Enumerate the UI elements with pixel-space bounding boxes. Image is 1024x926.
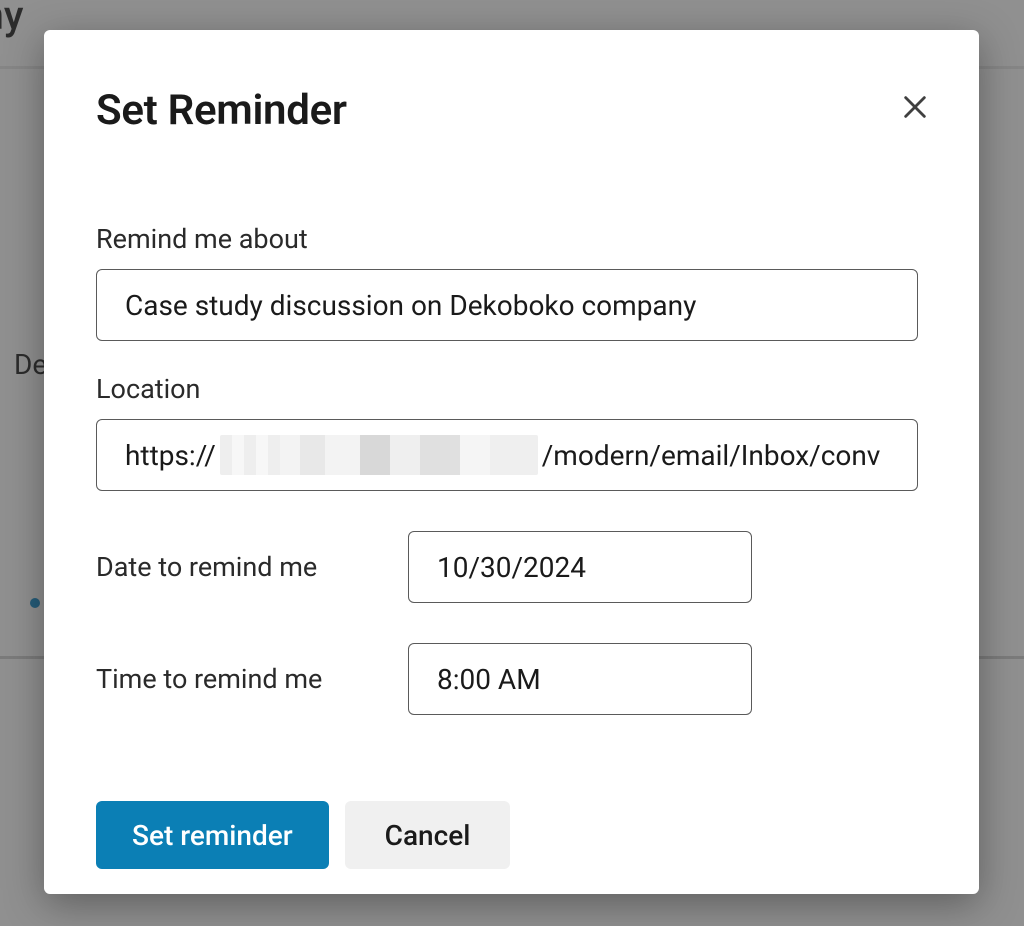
close-icon [901,93,929,124]
location-input[interactable]: https:// /modern/email/Inbox/conv [96,419,918,491]
location-label: Location [96,373,927,405]
location-field: Location https:// /modern/email/Inbox/co… [96,373,927,491]
date-label: Date to remind me [96,551,398,583]
set-reminder-button[interactable]: Set reminder [96,801,329,869]
time-field: Time to remind me [96,643,927,715]
date-field: Date to remind me [96,531,927,603]
set-reminder-modal: Set Reminder Remind me about Location ht… [44,30,979,894]
modal-button-row: Set reminder Cancel [96,801,927,869]
time-label: Time to remind me [96,663,398,695]
remind-about-input[interactable] [96,269,918,341]
cancel-button[interactable]: Cancel [345,801,511,869]
time-input[interactable] [408,643,752,715]
remind-about-label: Remind me about [96,223,927,255]
location-url-suffix: /modern/email/Inbox/conv [542,439,881,472]
modal-title: Set Reminder [96,86,927,135]
date-input[interactable] [408,531,752,603]
remind-about-field: Remind me about [96,223,927,341]
location-url-redacted [220,435,538,475]
location-url-prefix: https:// [125,439,216,472]
close-button[interactable] [893,86,937,130]
